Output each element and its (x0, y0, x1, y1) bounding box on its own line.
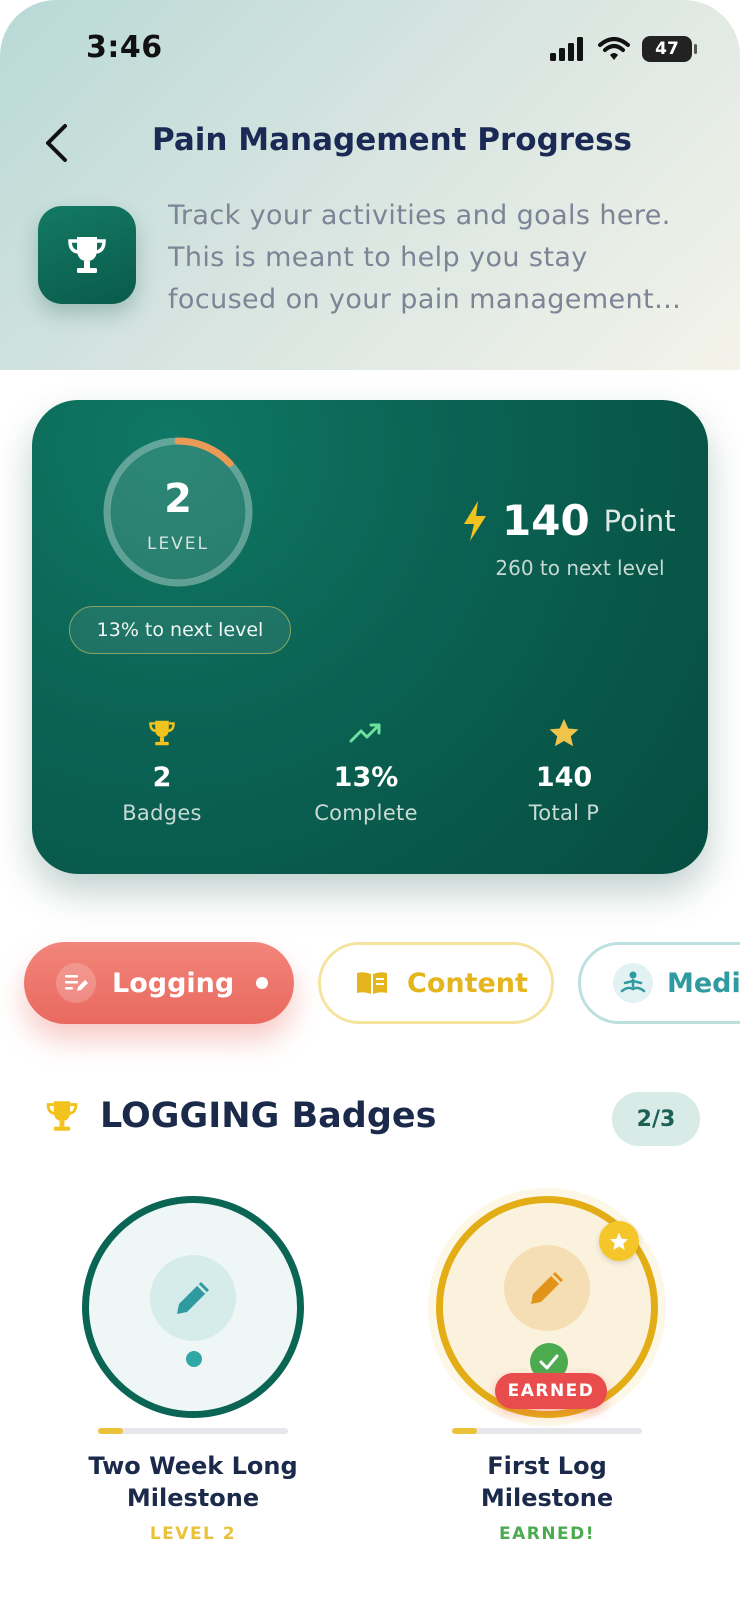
badge-1-progress-track (98, 1428, 288, 1434)
pencil-icon (531, 1272, 563, 1304)
trophy-icon (68, 237, 106, 273)
badge-1-name: Two Week Long Milestone (73, 1450, 313, 1514)
stat-badges: 2 Badges (72, 716, 252, 825)
stat-badges-label: Badges (122, 801, 202, 825)
stat-complete-value: 13% (333, 762, 399, 793)
check-icon (539, 1354, 559, 1370)
badge-1-name-line2: Milestone (126, 1484, 260, 1512)
category-chip-meditation[interactable]: Medit (578, 942, 740, 1024)
battery-indicator: 47 (642, 36, 697, 62)
subtitle-line-3: focused on your pain management… (168, 284, 682, 315)
section-trophy (44, 1098, 80, 1138)
badge-first-log-milestone[interactable]: EARNED (436, 1196, 658, 1418)
star-icon (609, 1232, 629, 1250)
status-icons: 47 (550, 36, 697, 62)
badge-2-name: First Log Milestone (427, 1450, 667, 1514)
badge-1-status: LEVEL 2 (149, 1524, 237, 1544)
next-level-pill: 13% to next level (69, 606, 291, 654)
badge-1-progress-fill (98, 1428, 123, 1434)
stat-complete-label: Complete (314, 801, 418, 825)
chevron-left-icon (46, 124, 67, 162)
book-icon (357, 972, 387, 994)
badge-count-pill: 2/3 (612, 1092, 700, 1146)
badge-star-marker (599, 1221, 639, 1261)
points-row: 140 Point (462, 496, 676, 545)
category-chip-content-label: Content (407, 967, 528, 999)
badge-2-name-line1: First Log (487, 1452, 607, 1480)
active-indicator-dot (256, 977, 269, 989)
subtitle-line-2: This is meant to help you stay (168, 242, 588, 273)
points-value: 140 (502, 496, 590, 545)
stat-total-points-value: 140 (535, 762, 593, 793)
badge-2-progress-track (452, 1428, 642, 1434)
edit-note-icon (65, 975, 88, 991)
section-title: LOGGING Badges (100, 1096, 437, 1136)
badge-2-progress-fill (452, 1428, 477, 1434)
trophy-icon (149, 720, 175, 746)
trophy-icon (46, 1101, 78, 1131)
level-card: 2 LEVEL 13% to next level 140 Point 260 … (32, 400, 708, 874)
stat-total-points-label: Total P (528, 801, 600, 825)
points-unit: Point (603, 503, 676, 538)
category-chip-meditation-label: Medit (667, 967, 740, 999)
level-number: 2 (164, 476, 192, 522)
wifi-icon (598, 37, 630, 60)
lightning-icon (464, 500, 486, 541)
badge-1-name-line1: Two Week Long (88, 1452, 298, 1480)
stat-badges-value: 2 (152, 762, 172, 793)
page-title: Pain Management Progress (152, 122, 632, 158)
level-label: LEVEL (146, 534, 210, 554)
status-time: 3:46 (86, 30, 163, 65)
stat-total-points: 140 Total P (474, 716, 654, 825)
app-screen: 3:46 47 Pain Management Progress Track y… (0, 0, 740, 1602)
pencil-icon (177, 1282, 209, 1314)
header-subtitle: Track your activities and goals here. Th… (168, 195, 708, 321)
badge-2-name-line2: Milestone (480, 1484, 614, 1512)
points-to-next-level: 260 to next level (495, 556, 665, 580)
meditation-icon (620, 971, 646, 993)
header-trophy-tile (38, 206, 136, 304)
badge-locked-dot (186, 1351, 202, 1367)
category-chip-logging-label: Logging (112, 967, 235, 999)
back-button[interactable] (36, 118, 76, 168)
signal-icon (550, 37, 583, 61)
subtitle-line-1: Track your activities and goals here. (168, 200, 671, 231)
badge-2-status: EARNED! (498, 1524, 596, 1544)
category-chip-content[interactable]: Content (318, 942, 554, 1024)
stat-complete: 13% Complete (276, 716, 456, 825)
earned-tag: EARNED (495, 1373, 607, 1409)
star-icon (549, 719, 579, 747)
trend-up-icon (349, 723, 381, 743)
badge-two-week-long-milestone[interactable] (82, 1196, 304, 1418)
category-chip-logging[interactable]: Logging (24, 942, 294, 1024)
